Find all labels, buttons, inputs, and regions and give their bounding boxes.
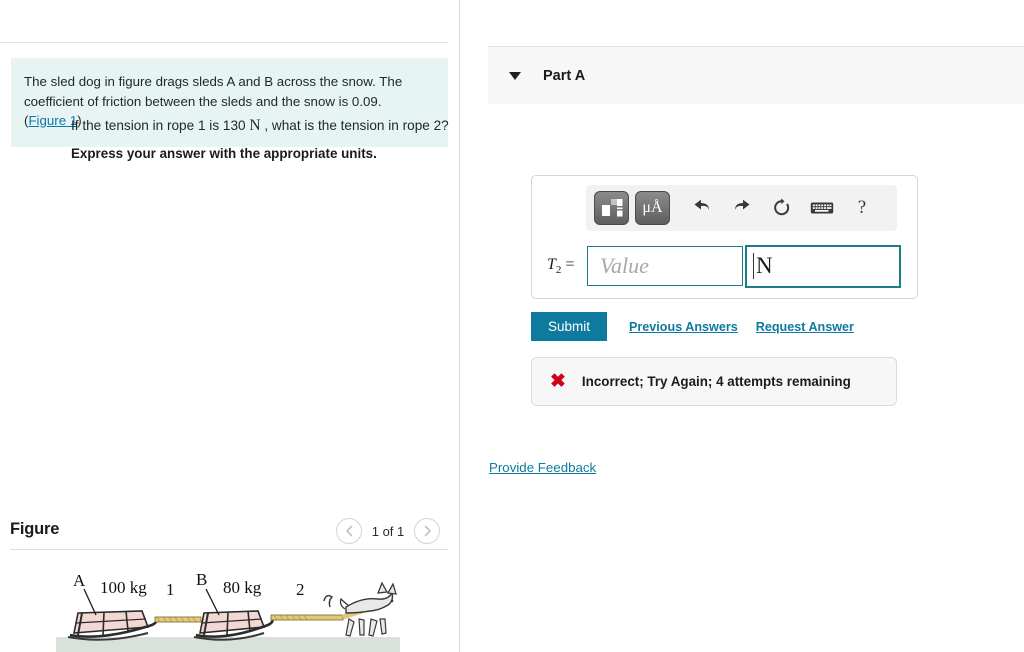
chevron-left-icon [345,525,352,537]
answer-input-row: T2 = Value N [532,243,919,289]
figure-next-button[interactable] [414,518,440,544]
request-answer-link[interactable]: Request Answer [756,320,854,334]
keyboard-icon [810,202,834,214]
answer-actions: Submit Previous Answers Request Answer [531,312,854,341]
units-button-label: μÅ [642,199,663,216]
figure-panel-title: Figure [10,520,60,538]
left-panel: The sled dog in figure drags sleds A and… [0,0,460,652]
keyboard-button[interactable] [802,191,842,225]
figure-1-link[interactable]: Figure 1 [28,113,77,128]
undo-button[interactable] [682,191,722,225]
help-button[interactable]: ? [842,191,882,225]
answer-variable-label: T2 = [547,256,587,276]
figure-divider [10,549,448,550]
chevron-right-icon [424,525,431,537]
submit-button[interactable]: Submit [531,312,607,341]
figure-counter: 1 of 1 [371,523,405,539]
top-divider [0,42,448,43]
answer-unit-value: N [753,253,773,279]
feedback-message: Incorrect; Try Again; 4 attempts remaini… [581,374,851,389]
question-prefix: If the tension in rope 1 is 130 [71,118,246,133]
redo-button[interactable] [722,191,762,225]
rope-1-label: 1 [166,580,175,599]
x-mark-icon: ✖ [550,371,566,392]
question-unit: N [249,117,261,134]
answer-value-placeholder: Value [600,253,649,278]
variable-subscript: 2 [555,264,562,277]
previous-answers-link[interactable]: Previous Answers [629,320,738,334]
answer-entry-widget: μÅ ? T2 = Value N [531,175,918,299]
units-button[interactable]: μÅ [635,191,670,225]
sled-b-label: B [196,570,207,589]
part-a-title: Part A [543,67,586,84]
math-template-icon [601,199,622,217]
caret-down-icon[interactable] [509,71,521,80]
question-suffix: , what is the tension in rope 2? [264,118,449,133]
answer-toolbar: μÅ ? [586,185,897,231]
sled-dog-illustration: A 100 kg 1 B 80 kg 2 [56,561,400,652]
answer-value-input[interactable]: Value [587,246,743,286]
problem-body: The sled dog in figure drags sleds A and… [24,74,403,109]
math-template-button[interactable] [594,191,629,225]
figure-navigation: 1 of 1 [336,518,440,544]
sled-b-mass: 80 kg [223,578,262,597]
variable-symbol: T [547,255,556,273]
sled-a-label: A [73,571,86,590]
feedback-banner: ✖ Incorrect; Try Again; 4 attempts remai… [531,357,897,406]
rope-1-graphic [154,616,202,623]
answer-unit-input[interactable]: N [745,244,901,288]
question-instruction: Express your answer with the appropriate… [71,146,377,161]
rope-2-label: 2 [296,580,305,599]
reset-icon [774,198,790,216]
figure-header: Figure 1 of 1 [10,518,448,550]
figure-prev-button[interactable] [336,518,362,544]
sled-a-mass: 100 kg [100,578,147,597]
part-a-header[interactable]: Part A [488,46,1024,104]
figure-image[interactable]: A 100 kg 1 B 80 kg 2 [56,561,400,652]
problem-page: The sled dog in figure drags sleds A and… [0,0,1024,652]
question-text: If the tension in rope 1 is 130 N , what… [71,117,449,135]
redo-icon [735,199,750,210]
undo-icon [694,199,709,210]
reset-button[interactable] [762,191,802,225]
equals-sign: = [565,255,575,273]
provide-feedback-link[interactable]: Provide Feedback [489,460,596,475]
